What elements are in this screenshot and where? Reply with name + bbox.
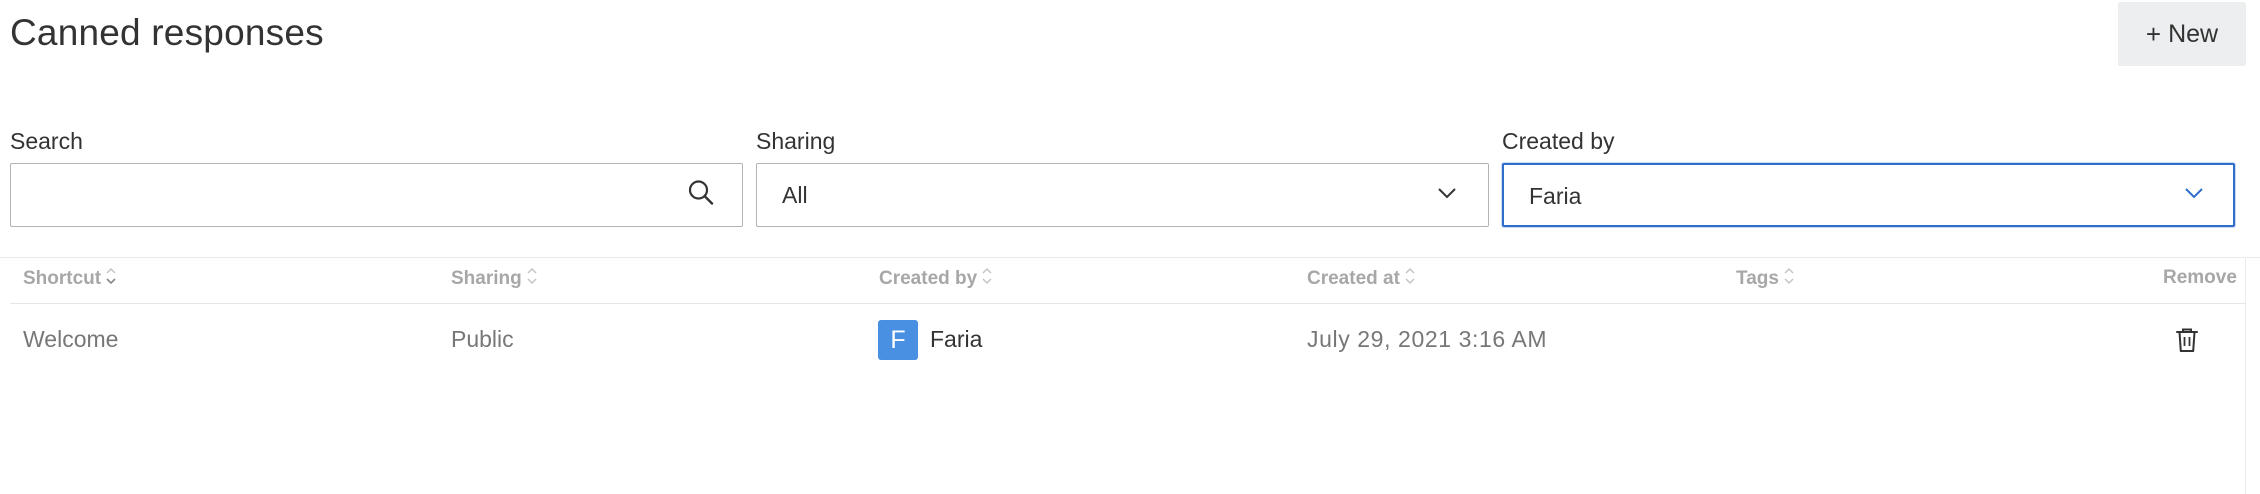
cell-created-by-name: Faria <box>930 326 983 352</box>
sort-icon <box>527 267 537 291</box>
search-icon[interactable] <box>687 179 715 212</box>
column-header-tags[interactable]: Tags <box>1736 267 1794 291</box>
sort-icon <box>106 267 116 291</box>
table-right-edge <box>2245 257 2246 494</box>
table-top-divider <box>0 257 2260 258</box>
sort-icon <box>1784 267 1794 291</box>
sharing-select[interactable]: All <box>756 163 1489 227</box>
new-button[interactable]: + New <box>2118 2 2246 66</box>
page-title: Canned responses <box>10 12 324 53</box>
cell-created-at: July 29, 2021 3:16 AM <box>1307 326 1548 352</box>
column-header-label: Shortcut <box>23 268 102 289</box>
column-header-label: Remove <box>2163 267 2237 288</box>
search-input[interactable] <box>10 163 743 227</box>
created-by-label: Created by <box>1502 128 1615 154</box>
column-header-remove: Remove <box>2163 267 2237 289</box>
cell-sharing: Public <box>451 326 514 352</box>
table-header-divider <box>10 303 2246 304</box>
created-by-select[interactable]: Faria <box>1502 163 2235 227</box>
column-header-created-by[interactable]: Created by <box>879 267 992 291</box>
column-header-label: Sharing <box>451 268 522 289</box>
column-header-created-at[interactable]: Created at <box>1307 267 1415 291</box>
created-by-select-value: Faria <box>1529 183 1582 209</box>
sort-icon <box>1405 267 1415 291</box>
column-header-label: Created at <box>1307 268 1400 289</box>
cell-shortcut: Welcome <box>23 326 119 352</box>
chevron-down-icon <box>2184 186 2204 204</box>
column-header-label: Created by <box>879 268 978 289</box>
sort-icon <box>982 267 992 291</box>
new-button-label: New <box>2168 19 2219 48</box>
chevron-down-icon <box>1437 186 1457 204</box>
sharing-select-value: All <box>782 182 808 208</box>
column-header-shortcut[interactable]: Shortcut <box>23 267 116 291</box>
sharing-label: Sharing <box>756 128 836 154</box>
column-header-label: Tags <box>1736 268 1779 289</box>
plus-icon: + <box>2145 19 2162 49</box>
avatar: F <box>878 320 918 360</box>
search-label: Search <box>10 128 83 154</box>
column-header-sharing[interactable]: Sharing <box>451 267 537 291</box>
trash-icon[interactable] <box>2174 326 2200 359</box>
